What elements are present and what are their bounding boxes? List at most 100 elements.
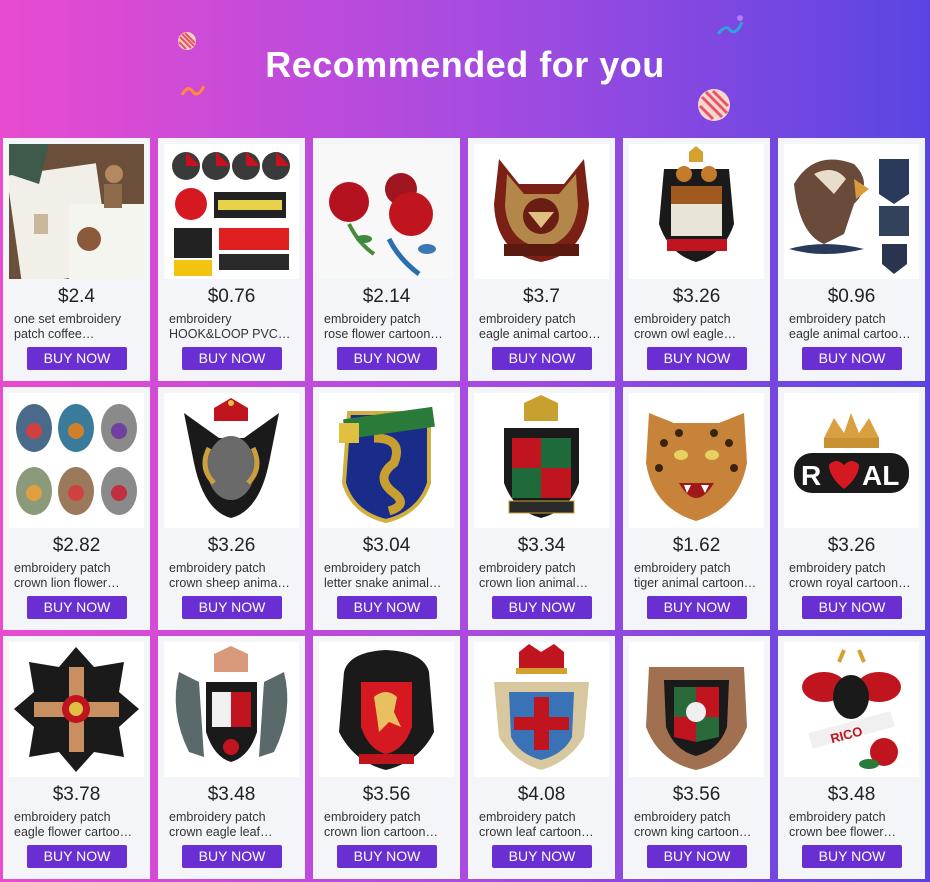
product-description[interactable]: one set embroidery patch coffee… [14, 312, 142, 342]
product-description[interactable]: embroidery patch crown lion flower… [14, 561, 142, 591]
product-card[interactable]: $0.96 embroidery patch eagle animal cartoo… [778, 138, 925, 381]
product-description-line: embroidery patch [169, 810, 266, 824]
product-description-line: crown bee flower… [789, 825, 896, 839]
royal-patch-icon: R AL [784, 393, 919, 528]
product-description[interactable]: embroidery patch crown royal cartoon… [789, 561, 917, 591]
product-card[interactable]: RICO $3.48 embroidery patch crown bee flowe… [778, 636, 925, 879]
product-description[interactable]: embroidery patch tiger animal cartoon… [634, 561, 762, 591]
product-image[interactable] [319, 642, 454, 777]
product-image[interactable] [629, 393, 764, 528]
product-image[interactable] [319, 393, 454, 528]
buy-now-button[interactable]: BUY NOW [182, 347, 282, 370]
product-description-line: embroidery patch [324, 561, 421, 575]
product-description[interactable]: embroidery patch eagle flower cartoo… [14, 810, 142, 840]
product-description-line: embroidery patch [789, 312, 886, 326]
product-image[interactable] [9, 393, 144, 528]
product-image[interactable] [784, 144, 919, 279]
product-description[interactable]: embroidery patch crown sheep anima… [169, 561, 297, 591]
buy-now-button[interactable]: BUY NOW [337, 347, 437, 370]
product-description-line: embroidery patch [169, 561, 266, 575]
product-card[interactable]: $3.26 embroidery patch crown owl eagle… BUY… [623, 138, 770, 381]
product-image[interactable] [164, 642, 299, 777]
product-description[interactable]: embroidery patch crown lion animal… [479, 561, 607, 591]
product-card[interactable]: $3.34 embroidery patch crown lion animal… B… [468, 387, 615, 630]
product-description-line: embroidery patch [789, 561, 886, 575]
product-card[interactable]: $3.78 embroidery patch eagle flower cartoo… [3, 636, 150, 879]
buy-now-button[interactable]: BUY NOW [492, 596, 592, 619]
product-card[interactable]: $1.62 embroidery patch tiger animal cartoo… [623, 387, 770, 630]
product-description[interactable]: embroidery patch crown eagle leaf… [169, 810, 297, 840]
product-description[interactable]: embroidery HOOK&LOOP PVC… [169, 312, 297, 342]
product-card[interactable]: $3.56 embroidery patch crown king cartoon…… [623, 636, 770, 879]
product-description[interactable]: embroidery patch eagle animal cartoo… [479, 312, 607, 342]
product-card[interactable]: $2.82 embroidery patch crown lion flower… B… [3, 387, 150, 630]
product-description-line: crown king cartoon… [634, 825, 752, 839]
buy-now-button[interactable]: BUY NOW [647, 845, 747, 868]
product-description-line: embroidery patch [479, 810, 576, 824]
tiger-patch-icon [629, 393, 764, 528]
product-description-line: one set embroidery [14, 312, 122, 326]
buy-now-button[interactable]: BUY NOW [647, 596, 747, 619]
king-shield-patch-icon [629, 642, 764, 777]
product-image[interactable] [9, 144, 144, 279]
product-image[interactable] [164, 144, 299, 279]
product-card[interactable]: $3.7 embroidery patch eagle animal cartoo…… [468, 138, 615, 381]
product-card[interactable]: $3.26 embroidery patch crown sheep anima… B… [158, 387, 305, 630]
product-image[interactable] [474, 642, 609, 777]
product-price: $3.7 [523, 286, 560, 307]
buy-now-button[interactable]: BUY NOW [27, 845, 127, 868]
product-image[interactable] [474, 393, 609, 528]
product-image[interactable]: RICO [784, 642, 919, 777]
product-description[interactable]: embroidery patch crown leaf cartoon… [479, 810, 607, 840]
svg-text:R: R [801, 460, 821, 491]
lion-shield-patch-icon [319, 642, 454, 777]
product-description-line: crown owl eagle… [634, 327, 737, 341]
buy-now-button[interactable]: BUY NOW [27, 347, 127, 370]
product-card[interactable]: $3.04 embroidery patch letter snake animal… [313, 387, 460, 630]
buy-now-button[interactable]: BUY NOW [802, 845, 902, 868]
product-price: $2.4 [58, 286, 95, 307]
buy-now-button[interactable]: BUY NOW [337, 596, 437, 619]
sheep-crest-patch-icon [164, 393, 299, 528]
product-card[interactable]: R AL $3.26 embroidery patch crown royal cart… [778, 387, 925, 630]
product-image[interactable] [9, 642, 144, 777]
product-description-line: embroidery patch [479, 561, 576, 575]
buy-now-button[interactable]: BUY NOW [492, 845, 592, 868]
product-description[interactable]: embroidery patch crown lion cartoon… [324, 810, 452, 840]
product-card[interactable]: $2.14 embroidery patch rose flower cartoon… [313, 138, 460, 381]
cross-medal-patch-icon [9, 642, 144, 777]
product-card[interactable]: $0.76 embroidery HOOK&LOOP PVC… BUY NOW [158, 138, 305, 381]
product-description-line: crown lion flower… [14, 576, 120, 590]
product-price: $0.96 [827, 286, 876, 307]
buy-now-button[interactable]: BUY NOW [802, 347, 902, 370]
product-description[interactable]: embroidery patch rose flower cartoon… [324, 312, 452, 342]
product-card[interactable]: $3.56 embroidery patch crown lion cartoon…… [313, 636, 460, 879]
product-description[interactable]: embroidery patch letter snake animal… [324, 561, 452, 591]
crown-shield-patch-icon [474, 642, 609, 777]
buy-now-button[interactable]: BUY NOW [802, 596, 902, 619]
buy-now-button[interactable]: BUY NOW [182, 845, 282, 868]
product-image[interactable] [629, 642, 764, 777]
buy-now-button[interactable]: BUY NOW [647, 347, 747, 370]
product-image[interactable]: R AL [784, 393, 919, 528]
product-description[interactable]: embroidery patch crown king cartoon… [634, 810, 762, 840]
product-description-line: letter snake animal… [324, 576, 442, 590]
product-price: $2.14 [362, 286, 411, 307]
product-image[interactable] [474, 144, 609, 279]
product-image[interactable] [629, 144, 764, 279]
product-description-line: crown lion cartoon… [324, 825, 438, 839]
buy-now-button[interactable]: BUY NOW [27, 596, 127, 619]
product-image[interactable] [319, 144, 454, 279]
product-card[interactable]: $3.48 embroidery patch crown eagle leaf… BU… [158, 636, 305, 879]
buy-now-button[interactable]: BUY NOW [182, 596, 282, 619]
product-description[interactable]: embroidery patch crown bee flower… [789, 810, 917, 840]
product-description[interactable]: embroidery patch eagle animal cartoo… [789, 312, 917, 342]
product-image[interactable] [164, 393, 299, 528]
product-description[interactable]: embroidery patch crown owl eagle… [634, 312, 762, 342]
product-card[interactable]: $4.08 embroidery patch crown leaf cartoon…… [468, 636, 615, 879]
buy-now-button[interactable]: BUY NOW [337, 845, 437, 868]
buy-now-button[interactable]: BUY NOW [492, 347, 592, 370]
product-price: $3.26 [827, 535, 876, 556]
product-price: $3.26 [207, 535, 256, 556]
product-card[interactable]: $2.4 one set embroidery patch coffee… BUY N… [3, 138, 150, 381]
